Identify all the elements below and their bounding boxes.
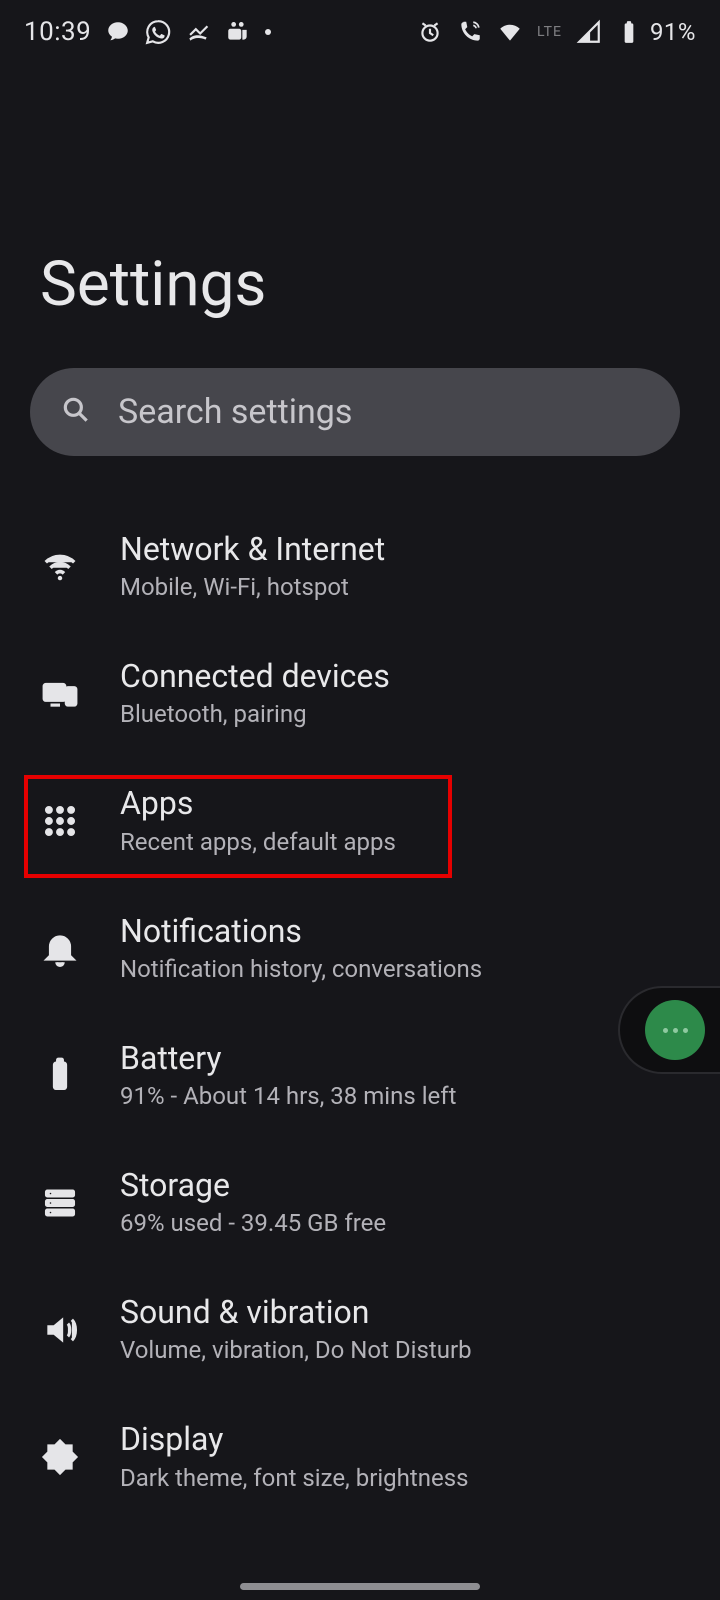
item-subtitle: Dark theme, font size, brightness (120, 1464, 468, 1492)
settings-item-apps[interactable]: Apps Recent apps, default apps (0, 762, 720, 879)
wifi-calling-icon (457, 19, 483, 45)
item-title: Battery (120, 1041, 456, 1076)
signal-icon (576, 19, 602, 45)
missed-call-icon (185, 19, 211, 45)
battery-icon (0, 1056, 120, 1094)
whatsapp-icon (145, 19, 171, 45)
battery-percentage: 91% (650, 18, 696, 46)
search-icon (60, 394, 92, 430)
status-clock: 10:39 (24, 17, 91, 47)
volume-icon (0, 1311, 120, 1349)
settings-item-network[interactable]: Network & Internet Mobile, Wi-Fi, hotspo… (0, 508, 720, 625)
item-subtitle: Recent apps, default apps (120, 828, 396, 856)
apps-grid-icon (0, 802, 120, 840)
item-title: Connected devices (120, 659, 390, 694)
status-bar: 10:39 LTE 91% (0, 0, 720, 64)
item-title: Storage (120, 1168, 386, 1203)
more-notifications-dot (265, 29, 271, 35)
item-title: Network & Internet (120, 532, 385, 567)
settings-item-storage[interactable]: Storage 69% used - 39.45 GB free (0, 1144, 720, 1261)
item-title: Apps (120, 786, 396, 821)
wifi-icon (497, 19, 523, 45)
settings-list: Network & Internet Mobile, Wi-Fi, hotspo… (0, 498, 720, 1526)
item-title: Display (120, 1422, 468, 1457)
settings-item-battery[interactable]: Battery 91% - About 14 hrs, 38 mins left (0, 1017, 720, 1134)
item-subtitle: Mobile, Wi-Fi, hotspot (120, 573, 385, 601)
lte-label: LTE (537, 24, 562, 40)
bell-icon (0, 929, 120, 967)
item-subtitle: 69% used - 39.45 GB free (120, 1209, 386, 1237)
item-subtitle: Volume, vibration, Do Not Disturb (120, 1336, 472, 1364)
status-right: LTE 91% (417, 18, 696, 46)
status-left: 10:39 (24, 17, 271, 47)
item-subtitle: 91% - About 14 hrs, 38 mins left (120, 1082, 456, 1110)
teams-icon (225, 19, 251, 45)
devices-icon (0, 675, 120, 713)
settings-item-notifications[interactable]: Notifications Notification history, conv… (0, 890, 720, 1007)
gesture-nav-indicator (240, 1583, 480, 1590)
page-title: Settings (40, 248, 266, 321)
settings-item-display[interactable]: Display Dark theme, font size, brightnes… (0, 1398, 720, 1515)
storage-icon (0, 1184, 120, 1222)
search-placeholder: Search settings (118, 392, 352, 432)
assistant-fab[interactable] (618, 986, 720, 1074)
battery-icon (616, 19, 642, 45)
item-title: Notifications (120, 914, 482, 949)
wifi-icon (0, 548, 120, 586)
chat-bubble-icon (105, 19, 131, 45)
item-subtitle: Bluetooth, pairing (120, 700, 390, 728)
alarm-icon (417, 19, 443, 45)
search-settings-bar[interactable]: Search settings (30, 368, 680, 456)
item-title: Sound & vibration (120, 1295, 472, 1330)
more-dots-icon (645, 1000, 705, 1060)
settings-item-sound[interactable]: Sound & vibration Volume, vibration, Do … (0, 1271, 720, 1388)
brightness-icon (0, 1438, 120, 1476)
item-subtitle: Notification history, conversations (120, 955, 482, 983)
settings-item-connected-devices[interactable]: Connected devices Bluetooth, pairing (0, 635, 720, 752)
